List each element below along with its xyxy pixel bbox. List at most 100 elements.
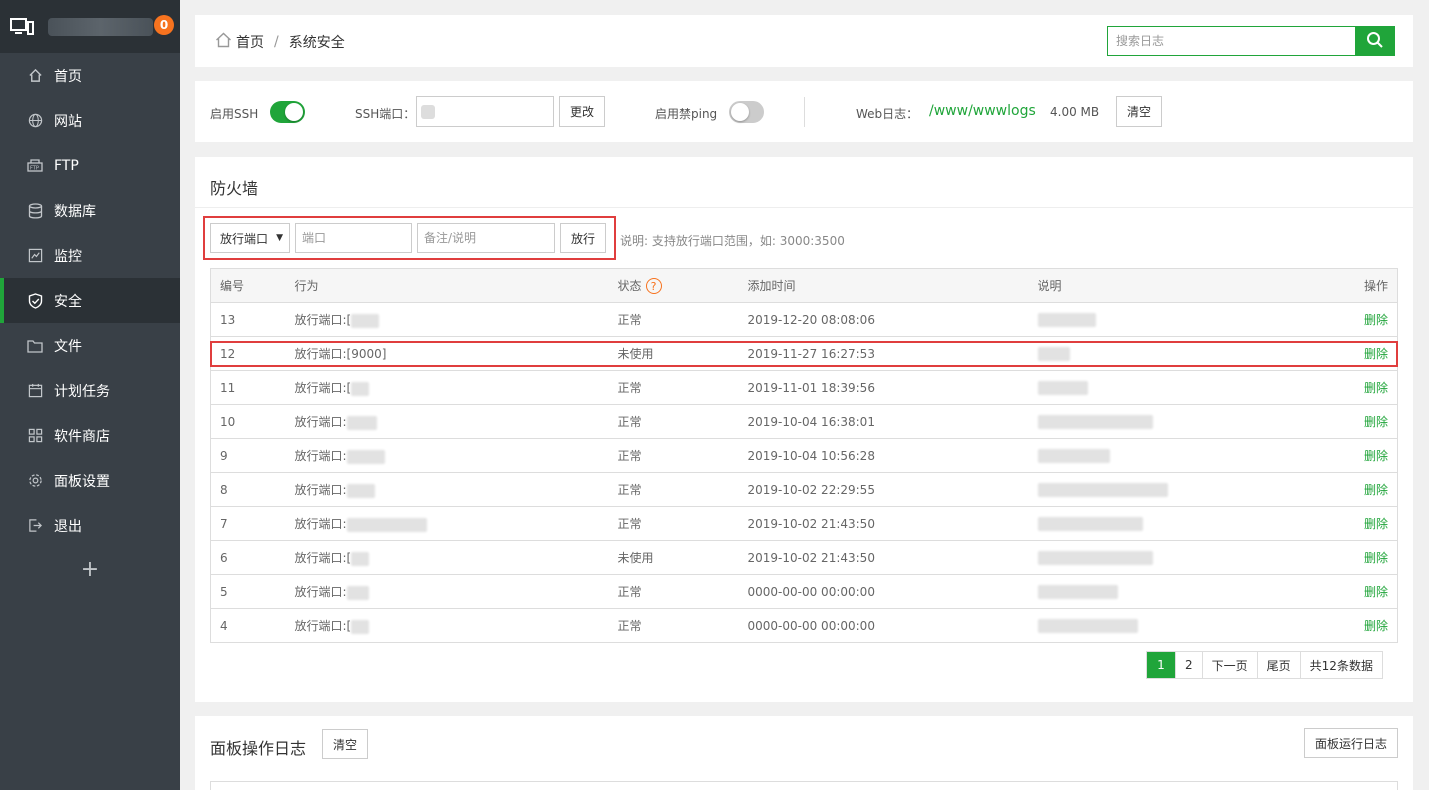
sidebar-item-monitor[interactable]: 监控	[0, 233, 180, 278]
row-id: 13	[210, 302, 295, 337]
panel-log-table-top	[210, 781, 1398, 790]
sidebar-item-cron[interactable]: 计划任务	[0, 368, 180, 413]
next-page[interactable]: 下一页	[1201, 652, 1257, 678]
sidebar-item-panel-settings[interactable]: 面板设置	[0, 458, 180, 503]
folder-icon	[27, 338, 43, 354]
row-status: 正常	[617, 506, 748, 541]
row-id: 12	[210, 336, 295, 371]
divider	[195, 207, 1413, 208]
row-remark	[1037, 438, 1318, 473]
row-action-text: 放行端口:[	[294, 381, 352, 395]
row-time: 2019-10-02 21:43:50	[747, 506, 1038, 541]
table-row: 4 放行端口:[ 正常 0000-00-00 00:00:00 删除	[210, 608, 1398, 643]
row-id: 4	[210, 608, 295, 643]
delete-link[interactable]: 删除	[1364, 347, 1388, 361]
page-2[interactable]: 2	[1175, 652, 1202, 678]
delete-link[interactable]: 删除	[1364, 517, 1388, 531]
sidebar-item-store[interactable]: 软件商店	[0, 413, 180, 458]
sidebar-item-ftp[interactable]: FTP FTP	[0, 143, 180, 188]
row-action-text: 放行端口:	[294, 517, 347, 531]
ssh-toggle[interactable]	[270, 101, 305, 123]
delete-link[interactable]: 删除	[1364, 551, 1388, 565]
delete-link[interactable]: 删除	[1364, 449, 1388, 463]
sidebar-item-label: 退出	[54, 518, 82, 535]
delete-link[interactable]: 删除	[1364, 381, 1388, 395]
help-icon[interactable]: ?	[645, 278, 662, 295]
redacted	[1037, 380, 1088, 395]
delete-link[interactable]: 删除	[1364, 483, 1388, 497]
col-remark: 说明	[1037, 268, 1318, 303]
row-operation: 删除	[1317, 574, 1398, 609]
weblog-size: 4.00 MB	[1050, 105, 1100, 119]
log-search	[1107, 26, 1395, 56]
database-icon	[27, 202, 43, 219]
row-action: 放行端口:	[294, 404, 618, 439]
notification-badge[interactable]: 0	[154, 15, 174, 35]
search-input[interactable]	[1108, 27, 1355, 55]
divider	[804, 97, 805, 127]
delete-link[interactable]: 删除	[1364, 415, 1388, 429]
port-field	[295, 223, 412, 253]
weblog-path-link[interactable]: /www/wwwlogs	[929, 103, 1036, 119]
redacted	[1037, 516, 1143, 531]
header-panel: 首页 / 系统安全	[195, 15, 1413, 67]
selected-action: 放行端口	[220, 231, 269, 246]
calendar-icon	[27, 383, 43, 399]
row-action-text: 放行端口:	[294, 483, 347, 497]
home-icon	[215, 32, 232, 52]
change-ssh-port-button[interactable]: 更改	[559, 96, 605, 127]
remark-input[interactable]	[418, 224, 554, 252]
total-count: 共12条数据	[1299, 652, 1382, 678]
delete-link[interactable]: 删除	[1364, 619, 1388, 633]
sidebar-item-logout[interactable]: 退出	[0, 503, 180, 548]
panel-run-log-button[interactable]: 面板运行日志	[1304, 728, 1398, 758]
redacted	[346, 517, 427, 532]
sidebar-item-files[interactable]: 文件	[0, 323, 180, 368]
row-status: 正常	[617, 472, 748, 507]
row-operation: 删除	[1317, 302, 1398, 337]
last-page[interactable]: 尾页	[1256, 652, 1300, 678]
ping-label: 启用禁ping	[655, 107, 718, 121]
table-row: 10 放行端口: 正常 2019-10-04 16:38:01 删除	[210, 404, 1398, 439]
row-time: 2019-10-04 16:38:01	[747, 404, 1038, 439]
breadcrumb-home[interactable]: 首页	[236, 32, 264, 52]
redacted	[346, 483, 375, 498]
delete-link[interactable]: 删除	[1364, 585, 1388, 599]
clear-panel-log-button[interactable]: 清空	[322, 729, 368, 759]
sidebar-item-database[interactable]: 数据库	[0, 188, 180, 233]
search-button[interactable]	[1355, 27, 1394, 55]
row-action: 放行端口:	[294, 472, 618, 507]
col-status: 状态?	[617, 268, 748, 303]
row-operation: 删除	[1317, 370, 1398, 405]
row-operation: 删除	[1317, 608, 1398, 643]
redacted	[1037, 618, 1138, 633]
row-action-text: 放行端口:	[294, 415, 347, 429]
redacted	[1037, 346, 1070, 361]
row-time: 0000-00-00 00:00:00	[747, 608, 1038, 643]
row-action-text: 放行端口:	[294, 449, 347, 463]
page-1[interactable]: 1	[1147, 652, 1175, 678]
allow-port-button[interactable]: 放行	[560, 223, 606, 253]
sidebar-item-website[interactable]: 网站	[0, 98, 180, 143]
row-time: 2019-10-02 22:29:55	[747, 472, 1038, 507]
sidebar-item-home[interactable]: 首页	[0, 53, 180, 98]
ssh-port-input[interactable]	[416, 96, 554, 127]
ping-toggle[interactable]	[729, 101, 764, 123]
firewall-action-select[interactable]: 放行端口 ▼	[210, 223, 290, 253]
sidebar-item-label: 软件商店	[54, 428, 110, 445]
clear-weblog-button[interactable]: 清空	[1116, 96, 1162, 127]
sidebar-item-label: 监控	[54, 248, 82, 265]
table-row: 9 放行端口: 正常 2019-10-04 10:56:28 删除	[210, 438, 1398, 473]
port-input[interactable]	[296, 224, 411, 252]
security-settings-panel: 启用SSH SSH端口： 更改 启用禁ping Web日志： /www/wwwl…	[195, 81, 1413, 142]
sidebar-item-security[interactable]: 安全	[0, 278, 180, 323]
add-shortcut-button[interactable]: +	[0, 548, 180, 591]
table-row: 11 放行端口:[ 正常 2019-11-01 18:39:56 删除	[210, 370, 1398, 405]
redacted	[346, 585, 369, 600]
row-operation: 删除	[1317, 506, 1398, 541]
sidebar-header: 0	[0, 0, 180, 53]
toggle-knob	[285, 103, 303, 121]
redacted	[1037, 550, 1153, 565]
gear-icon	[27, 473, 43, 489]
delete-link[interactable]: 删除	[1364, 313, 1388, 327]
